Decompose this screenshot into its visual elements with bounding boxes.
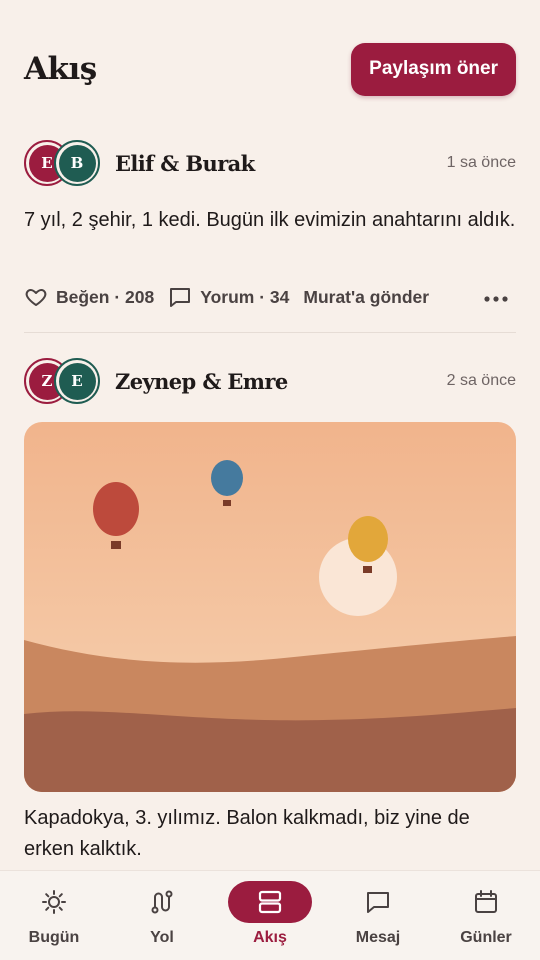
- couple-name[interactable]: Zeynep & Emre: [115, 369, 447, 394]
- message-icon: [367, 892, 389, 913]
- comment-icon: [170, 288, 191, 307]
- header: Akış Paylaşım öner: [24, 42, 516, 96]
- couple-avatars[interactable]: Z E: [24, 358, 102, 404]
- comment-button[interactable]: Yorum · 34: [168, 285, 289, 309]
- couple-avatars[interactable]: E B: [24, 140, 102, 186]
- tab-yol[interactable]: Yol: [108, 871, 216, 960]
- post-divider: [24, 332, 516, 333]
- tab-label: Yol: [150, 929, 174, 946]
- suggest-post-button[interactable]: Paylaşım öner: [351, 42, 516, 96]
- send-button[interactable]: Murat'a gönder: [303, 287, 429, 308]
- feed-post: Z E Zeynep & Emre 2 sa önce: [24, 357, 516, 405]
- post-photo[interactable]: [24, 422, 516, 792]
- post-header: E B Elif & Burak 1 sa önce: [24, 139, 516, 187]
- send-label: Murat'a gönder: [303, 286, 430, 307]
- post-time: 2 sa önce: [446, 372, 516, 389]
- avatar: E: [54, 358, 100, 404]
- calendar-icon: [475, 890, 497, 913]
- page-title: Akış: [24, 51, 97, 87]
- couple-name[interactable]: Elif & Burak: [115, 151, 447, 176]
- post-text: 7 yıl, 2 şehir, 1 kedi. Bugün ilk evimiz…: [24, 209, 516, 231]
- comment-label: Yorum · 34: [200, 286, 290, 307]
- tab-gunler[interactable]: Günler: [432, 871, 540, 960]
- heart-icon: [25, 289, 47, 306]
- avatar: B: [54, 140, 100, 186]
- feed-icon: [258, 890, 282, 914]
- bottom-tab-bar: Bugün Yol Akış Mesaj Günler: [0, 870, 540, 960]
- post-time: 1 sa önce: [446, 154, 516, 171]
- tab-label: Akış: [253, 929, 287, 946]
- balloons-illustration: [24, 422, 516, 792]
- post-header: Z E Zeynep & Emre 2 sa önce: [24, 357, 516, 405]
- tab-akis[interactable]: Akış: [216, 871, 324, 960]
- more-icon: [484, 295, 508, 302]
- post-text: Kapadokya, 3. yılımız. Balon kalkmadı, b…: [24, 807, 470, 860]
- tab-label: Mesaj: [355, 929, 401, 946]
- feed-post: E B Elif & Burak 1 sa önce: [24, 139, 516, 187]
- post-actions: Beğen · 208 Yorum · 34 Murat'a gönder: [24, 282, 516, 312]
- more-options-button[interactable]: [484, 287, 508, 308]
- tab-bugun[interactable]: Bugün: [0, 871, 108, 960]
- like-label: Beğen · 208: [56, 286, 155, 307]
- tab-mesaj[interactable]: Mesaj: [324, 871, 432, 960]
- route-icon: [151, 890, 173, 914]
- tab-label: Bugün: [28, 929, 80, 946]
- sun-icon: [42, 890, 66, 914]
- like-button[interactable]: Beğen · 208: [24, 285, 154, 309]
- tab-label: Günler: [460, 929, 512, 946]
